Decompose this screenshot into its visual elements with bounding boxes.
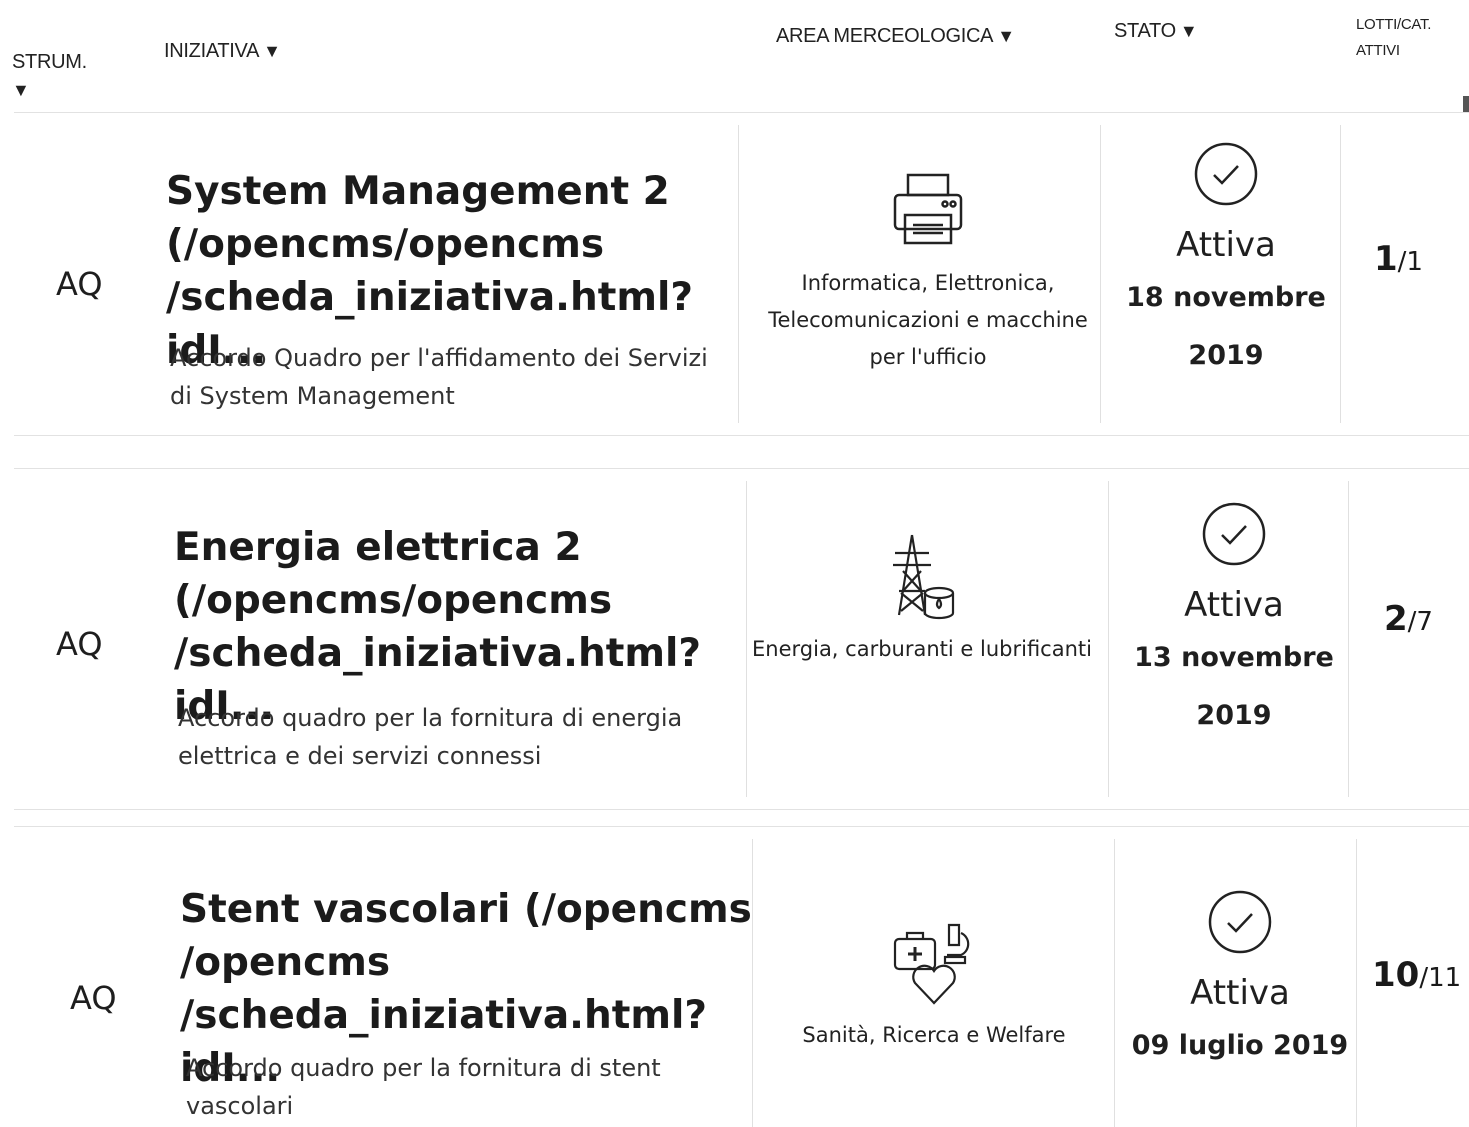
strum-value: AQ [56, 625, 103, 663]
column-header-iniziativa-label: INIZIATIVA [164, 40, 260, 62]
lotti-count: 1/1 [1374, 239, 1423, 279]
column-header-strum[interactable]: STRUM. ▼ [12, 44, 87, 100]
sort-arrow-icon[interactable]: ▼ [263, 41, 281, 61]
sort-arrow-icon[interactable]: ▼ [997, 26, 1015, 46]
status-date: 18 novembre 2019 [1126, 282, 1326, 371]
lotti-total: /7 [1407, 607, 1433, 637]
status-cell: Attiva 09 luglio 2019 [1120, 889, 1360, 1075]
area-cell: Sanità, Ricerca e Welfare [754, 917, 1114, 1054]
lotti-total: /1 [1397, 247, 1423, 277]
lotti-total: /11 [1419, 963, 1462, 993]
column-header-area-label: AREA MERCEOLOGICA [776, 25, 994, 47]
area-label: Energia, carburanti e lubrificanti [752, 637, 1092, 661]
strum-value: AQ [56, 265, 103, 303]
lotti-count: 2/7 [1384, 599, 1433, 639]
column-header-lotti: LOTTI/CAT. ATTIVI [1356, 12, 1431, 64]
column-header-stato-label: STATO [1114, 20, 1176, 42]
lotti-active: 10 [1372, 955, 1420, 995]
initiative-description: Accordo quadro per la fornitura di stent… [186, 1054, 661, 1120]
power-pylon-icon [893, 534, 955, 620]
column-header-lotti-line1: LOTTI/CAT. [1356, 16, 1432, 33]
sort-arrow-icon[interactable]: ▼ [12, 80, 87, 100]
column-header-stato[interactable]: STATO ▼ [1114, 20, 1198, 43]
initiative-description: Accordo Quadro per l'affidamento dei Ser… [170, 344, 708, 410]
area-label: Informatica, Elettronica, Telecomunicazi… [768, 271, 1088, 369]
lotti-active: 2 [1384, 599, 1408, 639]
status-badge: Attiva [1184, 585, 1284, 625]
lotti-active: 1 [1374, 239, 1398, 279]
healthcare-icon [893, 923, 970, 1005]
table-row[interactable]: AQ Stent vascolari (/opencms /opencms /s… [14, 826, 1469, 1127]
check-circle-icon [1202, 502, 1266, 566]
status-badge: Attiva [1190, 973, 1290, 1013]
area-label: Sanità, Ricerca e Welfare [802, 1023, 1066, 1047]
check-circle-icon [1208, 890, 1272, 954]
column-divider [1108, 481, 1109, 797]
status-cell: Attiva 13 novembre 2019 [1114, 501, 1354, 745]
initiative-description: Accordo quadro per la fornitura di energ… [178, 704, 683, 770]
strum-value: AQ [70, 979, 117, 1017]
column-divider [1114, 839, 1115, 1127]
column-header-area[interactable]: AREA MERCEOLOGICA ▼ [776, 25, 1015, 48]
area-cell: Energia, carburanti e lubrificanti [742, 531, 1102, 668]
sort-arrow-icon[interactable]: ▼ [1180, 21, 1198, 41]
column-header-strum-label: STRUM. [12, 51, 87, 73]
table-row[interactable]: AQ Energia elettrica 2 (/opencms/opencms… [14, 468, 1469, 810]
check-circle-icon [1194, 142, 1258, 206]
status-date: 09 luglio 2019 [1131, 1030, 1349, 1061]
status-cell: Attiva 18 novembre 2019 [1106, 141, 1346, 385]
area-cell: Informatica, Elettronica, Telecomunicazi… [748, 165, 1108, 376]
status-badge: Attiva [1176, 225, 1276, 265]
column-header-lotti-line2: ATTIVI [1356, 42, 1400, 59]
table-row[interactable]: AQ System Management 2 (/opencms/opencms… [14, 112, 1469, 436]
column-header-iniziativa[interactable]: INIZIATIVA ▼ [164, 40, 281, 63]
lotti-count: 10/11 [1372, 955, 1461, 995]
printer-icon [893, 173, 963, 245]
status-date: 13 novembre 2019 [1134, 642, 1334, 731]
